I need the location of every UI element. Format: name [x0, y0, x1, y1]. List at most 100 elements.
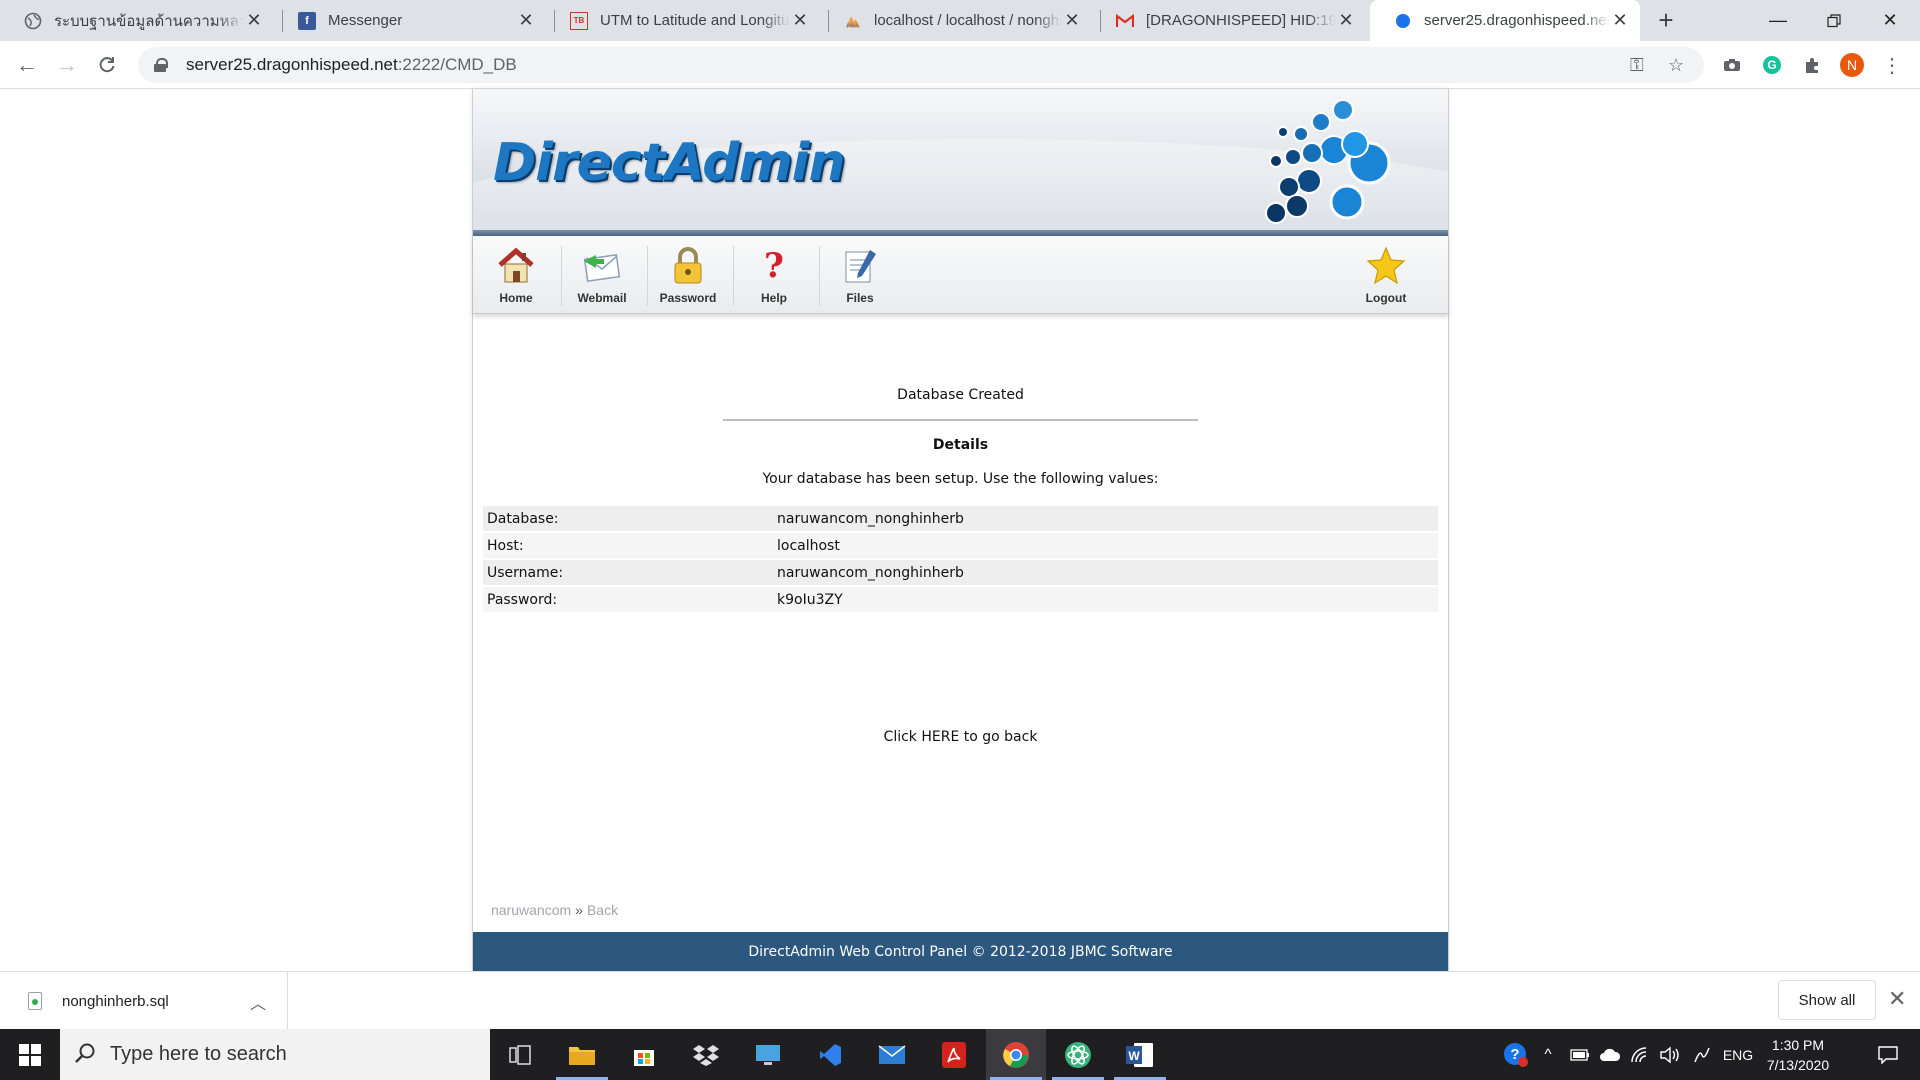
clock-date: 7/13/2020 [1766, 1057, 1830, 1073]
go-back-text: Click HERE to go back [473, 729, 1448, 745]
restore-icon[interactable] [1806, 0, 1862, 41]
menu-dots-icon[interactable]: ⋮ [1880, 53, 1904, 77]
help-tips-icon[interactable]: ? [1500, 1029, 1532, 1080]
window-close-icon[interactable]: ✕ [1862, 0, 1918, 41]
file-explorer-icon[interactable] [552, 1029, 612, 1080]
clock-time: 1:30 PM [1771, 1037, 1825, 1053]
visual-studio-code-icon[interactable] [800, 1029, 860, 1080]
reload-icon[interactable] [92, 50, 122, 80]
language-indicator[interactable]: ENG [1718, 1029, 1758, 1080]
table-row: Username: naruwancom_nonghinherb [483, 560, 1438, 585]
tab-title: localhost / localhost / nonghin [874, 12, 1062, 29]
password-button[interactable]: Password [645, 236, 731, 314]
close-icon[interactable]: ✕ [1062, 10, 1082, 31]
table-row: Host: localhost [483, 533, 1438, 558]
page-title: Database Created [897, 387, 1024, 403]
table-row: Database: naruwancom_nonghinherb [483, 506, 1438, 531]
tab-title: UTM to Latitude and Longitude [600, 12, 790, 29]
close-icon[interactable]: ✕ [244, 10, 264, 31]
tab-thai-database[interactable]: ระบบฐานข้อมูลด้านความหลากหลาย ✕ [0, 0, 274, 41]
forward-arrow-icon[interactable]: → [52, 50, 82, 80]
wifi-icon[interactable] [1626, 1029, 1654, 1080]
directadmin-header: DirectAdmin [473, 89, 1448, 236]
close-icon[interactable]: ✕ [516, 10, 536, 31]
download-bar: nonghinherb.sql ︿ Show all ✕ [0, 971, 1920, 1030]
logout-button[interactable]: Logout [1343, 236, 1429, 314]
files-button[interactable]: Files [817, 236, 903, 314]
tab-messenger[interactable]: f Messenger ✕ [274, 0, 546, 41]
show-all-button[interactable]: Show all [1778, 980, 1876, 1020]
padlock-icon [666, 244, 710, 288]
webmail-label: Webmail [577, 291, 627, 305]
go-back-link[interactable]: Click HERE to go back [884, 729, 1038, 745]
pen-ink-icon[interactable] [1688, 1029, 1716, 1080]
notifications-icon[interactable] [1866, 1029, 1910, 1080]
battery-icon[interactable] [1566, 1029, 1594, 1080]
remote-desktop-icon[interactable] [738, 1029, 798, 1080]
breadcrumb-user-link[interactable]: naruwancom [491, 902, 571, 918]
logout-label: Logout [1365, 291, 1407, 305]
chevron-up-icon[interactable]: ︿ [250, 990, 266, 1014]
tab-phpmyadmin[interactable]: PMA localhost / localhost / nonghin ✕ [820, 0, 1092, 41]
browser-toolbar: ← → server25.dragonhispeed.net:2222/CMD_… [0, 41, 1920, 89]
new-tab-button[interactable]: + [1650, 5, 1682, 36]
svg-text:G: G [1767, 58, 1776, 72]
profile-initial: N [1846, 57, 1858, 73]
taskbar-clock[interactable]: 1:30 PM 7/13/2020 [1758, 1035, 1838, 1075]
acrobat-icon[interactable] [924, 1029, 984, 1080]
chrome-icon[interactable] [986, 1029, 1046, 1080]
windows-start-icon[interactable] [0, 1029, 60, 1080]
directadmin-logo[interactable]: DirectAdmin [493, 133, 845, 193]
camera-icon[interactable] [1720, 53, 1744, 77]
document-pen-icon [838, 244, 882, 288]
key-icon[interactable]: ⚿ [1630, 55, 1644, 76]
table-row: Password: k9oIu3ZY [483, 587, 1438, 612]
tab-title: server25.dragonhispeed.net [1424, 12, 1610, 29]
microsoft-store-icon[interactable] [614, 1029, 674, 1080]
breadcrumb-back-link[interactable]: Back [587, 902, 618, 918]
files-label: Files [846, 291, 874, 305]
taskbar-search-box[interactable]: Type here to search [60, 1029, 490, 1080]
star-icon[interactable]: ☆ [1668, 55, 1684, 76]
star-logout-icon [1364, 244, 1408, 288]
tab-gmail[interactable]: [DRAGONHISPEED] HID:1957 ✕ [1092, 0, 1366, 41]
puzzle-extensions-icon[interactable] [1800, 53, 1824, 77]
database-value: naruwancom_nonghinherb [773, 506, 1438, 531]
back-arrow-icon[interactable]: ← [12, 50, 42, 80]
browser-tab-strip: ระบบฐานข้อมูลด้านความหลากหลาย ✕ f Messen… [0, 0, 1920, 41]
svg-text:PMA: PMA [847, 23, 859, 29]
username-label: Username: [483, 560, 773, 585]
word-icon[interactable]: W [1110, 1029, 1170, 1080]
address-bar[interactable]: server25.dragonhispeed.net:2222/CMD_DB ⚿… [138, 47, 1704, 83]
mail-icon[interactable] [862, 1029, 922, 1080]
webmail-button[interactable]: Webmail [559, 236, 645, 314]
title-divider [723, 419, 1198, 421]
close-icon[interactable]: ✕ [1336, 10, 1356, 31]
atom-app-icon[interactable] [1048, 1029, 1108, 1080]
task-view-icon[interactable] [490, 1029, 550, 1080]
svg-text:?: ? [1510, 1046, 1519, 1063]
tab-utm-converter[interactable]: TB UTM to Latitude and Longitude ✕ [546, 0, 820, 41]
search-placeholder: Type here to search [110, 1043, 287, 1065]
tab-title: Messenger [328, 12, 403, 29]
url-host: server25.dragonhispeed.net [186, 55, 398, 74]
tab-directadmin[interactable]: server25.dragonhispeed.net ✕ [1370, 0, 1640, 41]
volume-icon[interactable] [1656, 1029, 1684, 1080]
bubbles-logo-graphic [1265, 99, 1391, 224]
dropbox-icon[interactable] [676, 1029, 736, 1080]
grammarly-icon[interactable]: G [1760, 53, 1784, 77]
tab-title: [DRAGONHISPEED] HID:1957 [1146, 12, 1336, 29]
minimize-icon[interactable]: — [1750, 0, 1806, 41]
profile-avatar[interactable]: N [1840, 53, 1864, 77]
house-icon [494, 244, 538, 288]
home-button[interactable]: Home [473, 236, 559, 314]
search-icon [75, 1043, 95, 1063]
close-icon[interactable]: ✕ [1610, 10, 1630, 31]
directadmin-icon [1394, 12, 1412, 30]
close-icon[interactable]: ✕ [1888, 986, 1906, 1012]
download-item[interactable]: nonghinherb.sql ︿ [0, 972, 288, 1030]
help-button[interactable]: ? Help [731, 236, 817, 314]
close-icon[interactable]: ✕ [790, 10, 810, 31]
onedrive-cloud-icon[interactable] [1596, 1029, 1624, 1080]
chevron-up-icon[interactable]: ^ [1536, 1029, 1560, 1080]
